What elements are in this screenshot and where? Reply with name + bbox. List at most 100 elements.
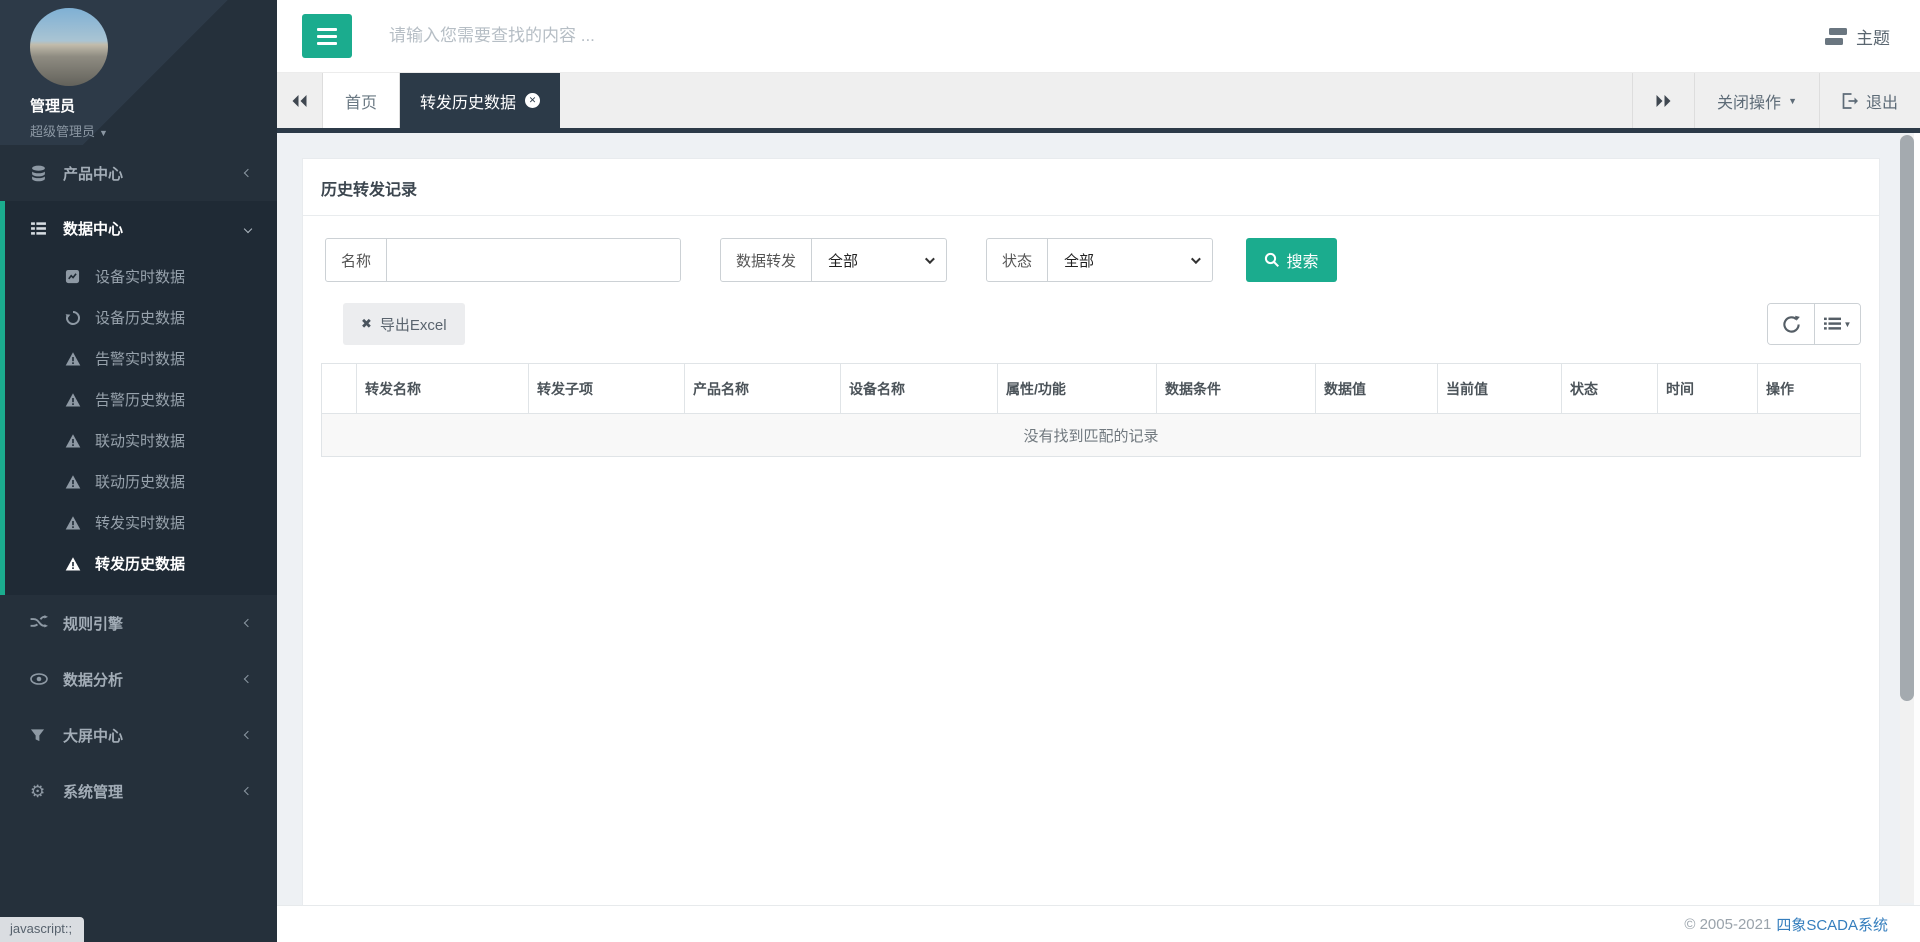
tabbar: 首页 转发历史数据 ✕ 关闭操作 ▼ 退出 xyxy=(277,73,1920,128)
eye-icon xyxy=(30,672,50,686)
sidebar-item-device-realtime[interactable]: 设备实时数据 xyxy=(5,256,277,297)
sidebar-item-data-analysis[interactable]: 数据分析 xyxy=(0,651,277,707)
rewind-icon xyxy=(291,94,308,108)
columns-dropdown-button[interactable]: ▼ xyxy=(1814,304,1860,344)
brand-link[interactable]: 四象SCADA系统 xyxy=(1776,914,1888,935)
panel-body: 名称 数据转发 全部 状态 xyxy=(303,216,1879,457)
sidebar-item-label: 系统管理 xyxy=(63,781,123,802)
empty-state-row: 没有找到匹配的记录 xyxy=(322,414,1861,457)
logout-icon xyxy=(1842,93,1859,109)
sub-item-label: 设备实时数据 xyxy=(95,266,185,287)
tab-forward-history-data[interactable]: 转发历史数据 ✕ xyxy=(400,73,560,128)
tab-label: 转发历史数据 xyxy=(420,89,516,113)
search-icon xyxy=(1264,252,1280,268)
sidebar-item-forward-history[interactable]: 转发历史数据 xyxy=(5,543,277,584)
user-role-dropdown[interactable]: 超级管理员▼ xyxy=(30,121,277,140)
logout-label: 退出 xyxy=(1866,89,1898,113)
sidebar-item-data-center[interactable]: 数据中心 xyxy=(5,201,277,256)
tabs-scroll-left-button[interactable] xyxy=(277,73,322,128)
hamburger-menu-button[interactable] xyxy=(302,14,352,58)
sidebar-item-device-history[interactable]: 设备历史数据 xyxy=(5,297,277,338)
chevron-down-icon xyxy=(244,224,252,232)
tabbar-spacer xyxy=(560,73,1632,128)
scrollbar-track[interactable] xyxy=(1900,135,1914,903)
export-excel-label: 导出Excel xyxy=(380,314,447,335)
global-search-input[interactable] xyxy=(389,26,909,46)
shuffle-icon xyxy=(30,615,50,631)
monitor-icon xyxy=(65,269,83,284)
sidebar: 管理员 超级管理员▼ 产品中心 数据中心 xyxy=(0,0,277,942)
hamburger-bar xyxy=(317,42,337,45)
sidebar-item-linkage-history[interactable]: 联动历史数据 xyxy=(5,461,277,502)
status-filter-select[interactable]: 全部 xyxy=(1048,239,1212,281)
sub-item-label: 转发历史数据 xyxy=(95,553,185,574)
tab-close-icon[interactable]: ✕ xyxy=(525,93,540,108)
empty-state-text: 没有找到匹配的记录 xyxy=(322,414,1861,457)
col-actions: 操作 xyxy=(1758,364,1861,414)
warning-icon xyxy=(65,556,83,572)
user-role-label: 超级管理员 xyxy=(30,124,95,139)
app-root: 管理员 超级管理员▼ 产品中心 数据中心 xyxy=(0,0,1920,942)
sub-item-label: 联动历史数据 xyxy=(95,471,185,492)
name-filter-input[interactable] xyxy=(387,239,680,281)
copyright-text: © 2005-2021 xyxy=(1684,916,1771,933)
logout-button[interactable]: 退出 xyxy=(1819,73,1920,128)
tab-home[interactable]: 首页 xyxy=(322,73,400,128)
forward-filter-group: 数据转发 全部 xyxy=(720,238,947,282)
caret-down-icon: ▼ xyxy=(1788,96,1797,106)
theme-button[interactable]: 主题 xyxy=(1824,24,1890,49)
chevron-left-icon xyxy=(244,619,252,627)
col-time: 时间 xyxy=(1658,364,1758,414)
sidebar-item-linkage-realtime[interactable]: 联动实时数据 xyxy=(5,420,277,461)
col-select xyxy=(322,364,357,414)
col-data-value: 数据值 xyxy=(1316,364,1438,414)
sub-item-label: 告警历史数据 xyxy=(95,389,185,410)
sidebar-item-system-management[interactable]: ⚙ 系统管理 xyxy=(0,763,277,819)
forward-filter-select[interactable]: 全部 xyxy=(812,239,946,281)
refresh-button[interactable] xyxy=(1768,304,1814,344)
panel-header: 历史转发记录 xyxy=(303,159,1879,216)
fast-forward-icon xyxy=(1655,94,1672,108)
status-filter-value: 全部 xyxy=(1064,250,1094,271)
warning-icon xyxy=(65,515,83,531)
history-forward-panel: 历史转发记录 名称 数据转发 全部 xyxy=(302,158,1880,905)
sub-item-label: 设备历史数据 xyxy=(95,307,185,328)
sidebar-item-alarm-realtime[interactable]: 告警实时数据 xyxy=(5,338,277,379)
search-button[interactable]: 搜索 xyxy=(1246,238,1337,282)
user-profile: 管理员 超级管理员▼ xyxy=(0,0,277,145)
export-excel-button[interactable]: ✖ 导出Excel xyxy=(343,303,465,345)
sidebar-item-rule-engine[interactable]: 规则引擎 xyxy=(0,595,277,651)
records-table: 转发名称 转发子项 产品名称 设备名称 属性/功能 数据条件 数据值 当前值 状… xyxy=(321,363,1861,457)
filter-row: 名称 数据转发 全部 状态 xyxy=(321,238,1861,282)
caret-down-icon: ▼ xyxy=(1844,320,1852,329)
hamburger-bar xyxy=(317,35,337,38)
tab-label: 首页 xyxy=(345,89,377,113)
scrollbar-thumb[interactable] xyxy=(1900,135,1914,701)
sidebar-item-forward-realtime[interactable]: 转发实时数据 xyxy=(5,502,277,543)
warning-icon xyxy=(65,433,83,449)
sub-item-label: 联动实时数据 xyxy=(95,430,185,451)
refresh-icon xyxy=(1782,315,1801,334)
tabs-scroll-right-button[interactable] xyxy=(1632,73,1694,128)
funnel-icon xyxy=(30,728,50,743)
chevron-down-icon xyxy=(925,254,935,264)
table-header-row: 转发名称 转发子项 产品名称 设备名称 属性/功能 数据条件 数据值 当前值 状… xyxy=(322,364,1861,414)
close-operations-dropdown[interactable]: 关闭操作 ▼ xyxy=(1694,73,1819,128)
chevron-left-icon xyxy=(244,787,252,795)
avatar[interactable] xyxy=(30,8,108,86)
sidebar-item-label: 数据中心 xyxy=(63,218,123,239)
chevron-down-icon xyxy=(1191,254,1201,264)
status-filter-label: 状态 xyxy=(987,239,1048,281)
sidebar-item-alarm-history[interactable]: 告警历史数据 xyxy=(5,379,277,420)
col-product-name: 产品名称 xyxy=(685,364,841,414)
data-center-submenu: 设备实时数据 设备历史数据 告警实时数据 xyxy=(5,256,277,595)
sub-item-label: 告警实时数据 xyxy=(95,348,185,369)
sidebar-item-product-center[interactable]: 产品中心 xyxy=(0,145,277,201)
forward-filter-label: 数据转发 xyxy=(721,239,812,281)
forward-filter-value: 全部 xyxy=(828,250,858,271)
sidebar-item-bigscreen-center[interactable]: 大屏中心 xyxy=(0,707,277,763)
theme-label: 主题 xyxy=(1856,24,1890,49)
gear-icon: ⚙ xyxy=(30,783,50,800)
sub-item-label: 转发实时数据 xyxy=(95,512,185,533)
search-button-label: 搜索 xyxy=(1286,248,1318,272)
